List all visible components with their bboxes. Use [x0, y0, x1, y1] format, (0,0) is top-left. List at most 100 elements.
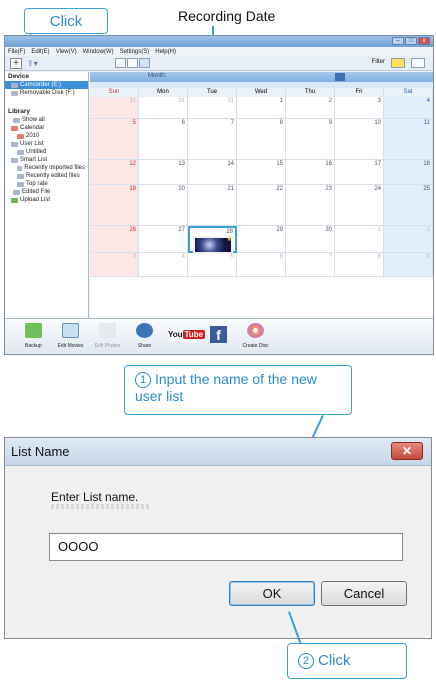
calendar-day-number: 15: [276, 161, 283, 167]
calendar-day-cell[interactable]: 22: [237, 185, 286, 226]
facebook-button[interactable]: f: [200, 320, 237, 354]
sidebar-item-camcorder[interactable]: Camcorder (E:): [5, 81, 88, 89]
menu-settings[interactable]: Settings(S): [120, 49, 150, 55]
calendar-day-cell[interactable]: 3: [90, 253, 139, 277]
dialog-title-bar: List Name ✕: [5, 438, 431, 466]
toolbar: + ⇪▾ Filter: [5, 56, 433, 71]
filter-edit-button[interactable]: [411, 58, 425, 68]
calendar-day-number: 5: [230, 254, 234, 260]
calendar-day-cell[interactable]: 7: [286, 253, 335, 277]
share-list-icon[interactable]: ⇪▾: [27, 59, 38, 68]
view-thumbnail-icon[interactable]: [115, 58, 126, 68]
calendar-day-number: 24: [374, 186, 381, 192]
calendar-day-cell[interactable]: 25: [384, 185, 433, 226]
sidebar-item-recently-imported[interactable]: Recently imported files: [5, 164, 88, 172]
menu-edit[interactable]: Edit(E): [31, 49, 49, 55]
calendar-day-cell[interactable]: 2: [286, 97, 335, 119]
calendar-day-cell[interactable]: 8: [335, 253, 384, 277]
calendar-day-cell[interactable]: 26: [90, 226, 139, 253]
sidebar-item-upload-list[interactable]: Upload List: [5, 196, 88, 204]
calendar-day-cell[interactable]: 23: [286, 185, 335, 226]
calendar-day-cell[interactable]: 31: [188, 97, 237, 119]
calendar-day-cell[interactable]: 27: [139, 226, 188, 253]
calendar-day-cell[interactable]: 4: [139, 253, 188, 277]
share-button[interactable]: Share: [126, 320, 163, 354]
view-details-icon[interactable]: [127, 58, 138, 68]
calendar-day-cell[interactable]: 21: [188, 185, 237, 226]
calendar-day-cell[interactable]: 16: [286, 160, 335, 185]
calendar-day-cell[interactable]: 1: [335, 226, 384, 253]
calendar-day-number: 16: [325, 161, 332, 167]
dialog-close-button[interactable]: ✕: [391, 442, 423, 460]
sidebar-item-edited-file[interactable]: Edited File: [5, 188, 88, 196]
calendar-day-cell[interactable]: 14: [188, 160, 237, 185]
edit-movies-button[interactable]: Edit Movies: [52, 320, 89, 354]
calendar-view: Month: Sun Mon Tue Wed Thu Fri Sat 31 31 3…: [90, 72, 433, 318]
sidebar-item-untitled[interactable]: Untitled: [5, 148, 88, 156]
sidebar-item-show-all[interactable]: Show all: [5, 116, 88, 124]
calendar-day-cell[interactable]: 2: [384, 226, 433, 253]
calendar-day-number: 22: [276, 186, 283, 192]
day-name-sat: Sat: [384, 88, 433, 97]
dialog-prompt-reflection: [51, 504, 151, 509]
calendar-day-cell[interactable]: 17: [335, 160, 384, 185]
calendar-day-cell[interactable]: 10: [335, 119, 384, 160]
menu-window[interactable]: Window(W): [83, 49, 114, 55]
calendar-day-cell[interactable]: 1: [237, 97, 286, 119]
calendar-day-cell[interactable]: 9: [384, 253, 433, 277]
calendar-day-cell[interactable]: 31: [90, 97, 139, 119]
calendar-day-cell[interactable]: 9: [286, 119, 335, 160]
add-list-button[interactable]: +: [10, 58, 22, 69]
calendar-day-cell[interactable]: 28 ★: [188, 226, 237, 254]
calendar-day-cell[interactable]: 18: [384, 160, 433, 185]
calendar-day-number: 10: [374, 120, 381, 126]
view-calendar-icon[interactable]: [139, 58, 150, 68]
sidebar-item-calendar[interactable]: Calendar: [5, 124, 88, 132]
sidebar: Device Camcorder (E:) Removable Disk (F:…: [5, 72, 89, 318]
calendar-day-cell[interactable]: 13: [139, 160, 188, 185]
sidebar-item-smart-list[interactable]: Smart List: [5, 156, 88, 164]
cancel-button[interactable]: Cancel: [321, 581, 407, 606]
youtube-button[interactable]: You Tube: [163, 320, 206, 354]
calendar-day-cell[interactable]: 8: [237, 119, 286, 160]
calendar-day-number: 9: [426, 254, 430, 260]
calendar-day-cell[interactable]: 30: [286, 226, 335, 253]
close-window-button[interactable]: x: [418, 37, 430, 45]
instruction-text: Input the name of the new user list: [135, 371, 317, 404]
menu-view[interactable]: View(V): [56, 49, 77, 55]
maximize-button[interactable]: □: [405, 37, 417, 45]
ok-button[interactable]: OK: [229, 581, 315, 606]
menu-help[interactable]: Help(H): [155, 49, 176, 55]
menu-file[interactable]: File(F): [8, 49, 25, 55]
edit-photos-button[interactable]: Edit Photos: [89, 320, 126, 354]
sidebar-item-recently-edited[interactable]: Recently edited files: [5, 172, 88, 180]
minimize-button[interactable]: –: [392, 37, 404, 45]
selected-month[interactable]: [335, 73, 345, 81]
sidebar-item-top-rate[interactable]: Top rate: [5, 180, 88, 188]
calendar-day-cell[interactable]: 4: [384, 97, 433, 119]
calendar-day-cell[interactable]: 20: [139, 185, 188, 226]
calendar-day-cell[interactable]: 15: [237, 160, 286, 185]
calendar-day-cell[interactable]: 19: [90, 185, 139, 226]
sidebar-item-user-list[interactable]: User List: [5, 140, 88, 148]
calendar-day-cell[interactable]: 12: [90, 160, 139, 185]
create-disc-button[interactable]: Create Disc: [237, 320, 274, 354]
sidebar-item-2010[interactable]: 2010: [5, 132, 88, 140]
calendar-day-number: 3: [132, 254, 136, 260]
calendar-day-cell[interactable]: 11: [384, 119, 433, 160]
calendar-day-cell[interactable]: 6: [139, 119, 188, 160]
calendar-day-cell[interactable]: 24: [335, 185, 384, 226]
calendar-day-cell[interactable]: 5: [90, 119, 139, 160]
calendar-day-cell[interactable]: 31: [139, 97, 188, 119]
backup-button[interactable]: Backup: [15, 320, 52, 354]
calendar-day-cell[interactable]: 5: [188, 253, 237, 277]
calendar-day-cell[interactable]: 6: [237, 253, 286, 277]
click-ok-text: Click: [318, 652, 351, 669]
filter-button[interactable]: [391, 58, 405, 68]
calendar-day-cell[interactable]: 29: [237, 226, 286, 253]
calendar-day-cell[interactable]: 7: [188, 119, 237, 160]
calendar-day-cell[interactable]: 3: [335, 97, 384, 119]
calendar-day-number: 5: [132, 120, 136, 126]
sidebar-item-removable-disk[interactable]: Removable Disk (F:): [5, 89, 88, 97]
list-name-input[interactable]: OOOO: [49, 533, 403, 561]
